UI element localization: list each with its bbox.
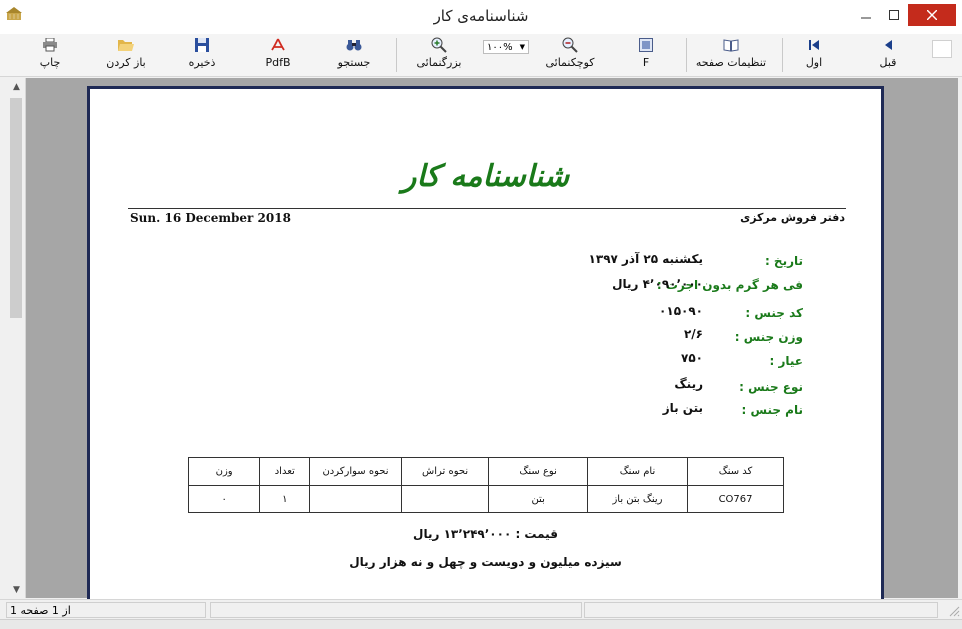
resize-grip-icon[interactable] [946, 603, 960, 617]
table-cell: بتن [488, 485, 588, 513]
window-title: شناسنامه‌ی کار [433, 7, 529, 25]
column-header: کد سنگ [687, 457, 784, 486]
zoom-select[interactable]: ۱۰۰% ▼ [483, 40, 529, 54]
open-button[interactable]: باز کردن [102, 37, 150, 73]
report-date: Sun. 16 December 2018 [130, 211, 291, 225]
table-cell: ۰ [187, 485, 261, 513]
toolbar-overflow[interactable] [932, 40, 952, 58]
maximize-icon [889, 10, 899, 20]
field-label-item-type: نوع جنس : [739, 380, 803, 394]
print-button[interactable]: چاپ [34, 37, 66, 73]
book-icon [723, 37, 739, 53]
status-bar: 1 از 1 صفحه [0, 599, 962, 620]
title-bar: شناسنامه‌ی کار [0, 0, 962, 35]
zoom-in-icon [431, 37, 447, 53]
table-header-row: کد سنگ نام سنگ نوع سنگ نحوه تراش نحوه سو… [187, 457, 784, 486]
report-viewer-window: شناسنامه‌ی کار چاپ باز کردن [0, 0, 962, 629]
stones-table: کد سنگ نام سنگ نوع سنگ نحوه تراش نحوه سو… [187, 457, 784, 513]
column-header: نام سنگ [586, 457, 689, 486]
toolbar-separator [686, 38, 687, 72]
field-value-karat: ۷۵۰ [681, 351, 703, 365]
status-panel [584, 602, 938, 618]
close-button[interactable] [908, 4, 956, 26]
export-pdf-button[interactable]: PdfB [262, 37, 294, 73]
fit-page-button[interactable]: F [632, 37, 660, 73]
scroll-down-icon[interactable]: ▼ [8, 581, 25, 598]
zoom-in-button[interactable]: بزرگنمائی [412, 37, 466, 73]
field-label-weight: وزن جنس : [734, 330, 803, 344]
binoculars-icon [346, 37, 362, 53]
page-setup-button[interactable]: تنظیمات صفحه [694, 37, 768, 73]
field-value-item-code: ۰۱۵۰۹۰ [659, 304, 703, 318]
field-label-item-name: نام جنس : [741, 403, 803, 417]
field-label-date: تاریخ : [764, 254, 803, 268]
maximize-button[interactable] [880, 4, 908, 26]
table-cell [400, 485, 490, 513]
search-button[interactable]: جستجو [334, 37, 374, 73]
field-value-unit-price: ۴٬۰۹۰٬۰۰۰ ریال [612, 277, 703, 291]
field-value-date: یکشنبه ۲۵ آذر ۱۳۹۷ [588, 252, 703, 266]
zoom-out-button[interactable]: کوچکنمائی [541, 37, 599, 73]
minimize-icon [861, 17, 871, 19]
first-page-icon [806, 37, 822, 53]
first-page-button[interactable]: اول [800, 37, 828, 73]
toolbar-separator [782, 38, 783, 72]
minimize-button[interactable] [852, 4, 880, 26]
field-value-weight: ۲/۶ [683, 327, 703, 341]
vertical-scrollbar[interactable]: ▲ ▼ [8, 78, 26, 598]
chevron-down-icon: ▼ [519, 43, 525, 51]
column-header: نحوه تراش [400, 457, 490, 486]
table-cell [309, 485, 402, 513]
divider [128, 208, 846, 209]
page-view-icon [638, 37, 654, 53]
save-button[interactable]: ذخیره [186, 37, 218, 73]
toolbar-separator [396, 38, 397, 72]
pdf-icon [270, 37, 286, 53]
field-value-item-type: رینگ [674, 377, 703, 391]
report-heading: شناسنامه کار [401, 159, 570, 194]
previous-page-icon [880, 37, 896, 53]
field-label-karat: عیار : [769, 354, 804, 368]
column-header: نحوه سوارکردن [309, 457, 402, 486]
report-page: شناسنامه کار Sun. 16 December 2018 دفتر … [90, 89, 881, 599]
previous-page-button[interactable]: قبل [874, 37, 902, 73]
status-panel [210, 602, 582, 618]
field-value-item-name: بتن باز [662, 401, 703, 415]
folder-open-icon [118, 37, 134, 53]
table-cell: رینگ بتن باز [586, 485, 689, 513]
column-header: نوع سنگ [488, 457, 588, 486]
zoom-out-icon [562, 37, 578, 53]
field-label-item-code: کد جنس : [745, 306, 803, 320]
toolbar: چاپ باز کردن ذخیره PdfB جستجو بزرگنمائی … [0, 34, 962, 77]
table-row: CO767 رینگ بتن باز بتن ۱ ۰ [187, 485, 784, 513]
printer-icon [42, 37, 58, 53]
price-total: قیمت : ۱۳٬۲۴۹٬۰۰۰ ریال [413, 527, 558, 541]
column-header: تعداد [259, 457, 311, 486]
price-in-words: سیزده میلیون و دویست و چهل و نه هزار ریا… [349, 555, 622, 569]
table-cell: CO767 [687, 485, 784, 513]
page-indicator: 1 از 1 صفحه [6, 602, 206, 618]
table-cell: ۱ [259, 485, 311, 513]
column-header: وزن [187, 457, 261, 486]
office-name: دفتر فروش مرکزی [740, 211, 845, 224]
scroll-up-icon[interactable]: ▲ [8, 78, 25, 95]
scroll-thumb[interactable] [10, 98, 22, 318]
close-icon [927, 10, 937, 20]
floppy-disk-icon [194, 37, 210, 53]
